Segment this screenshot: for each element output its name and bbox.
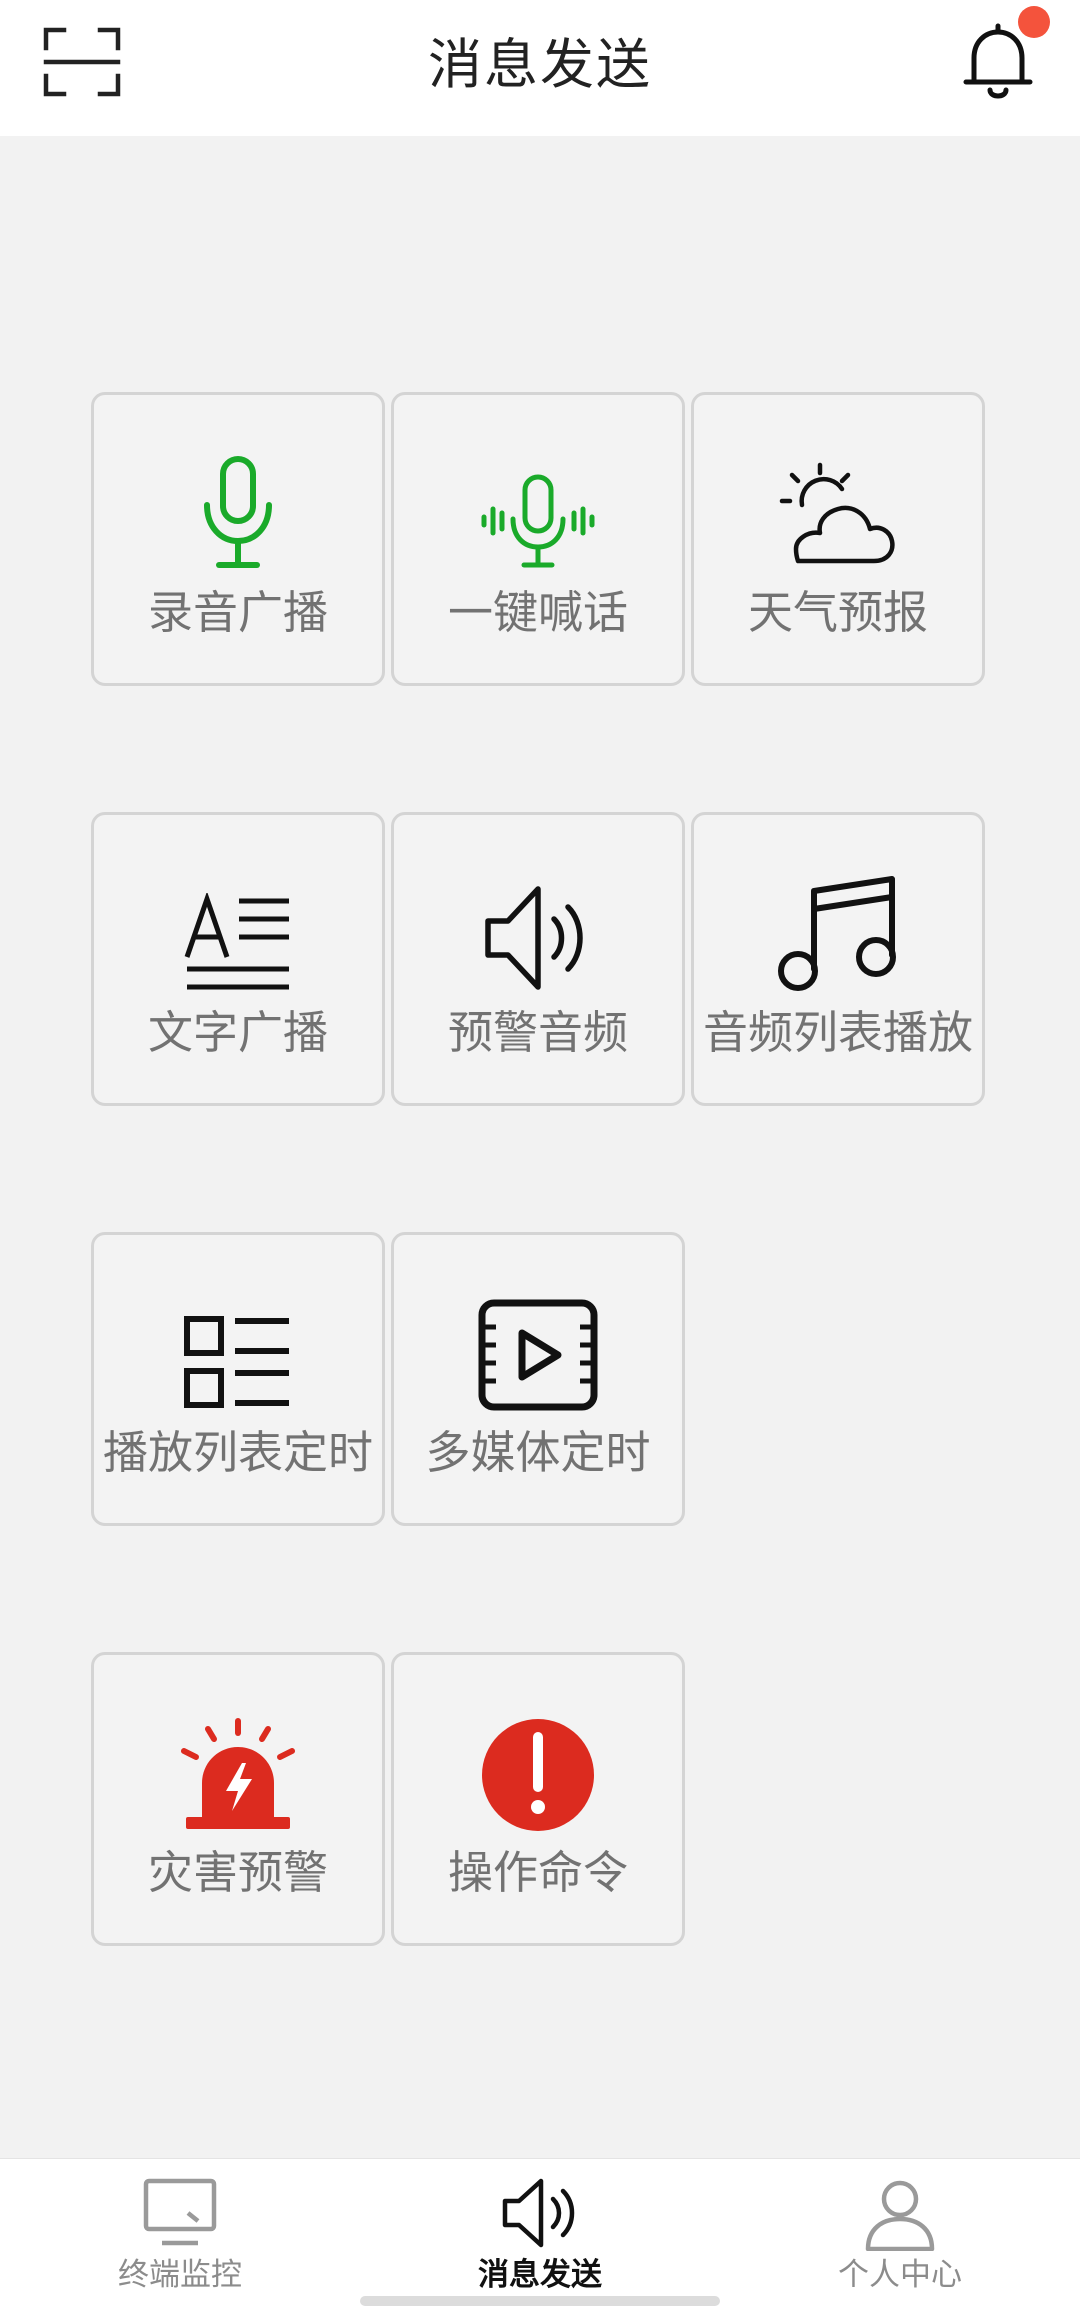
tile-label: 天气预报	[747, 586, 928, 639]
tile-record-broadcast[interactable]: 录音广播	[91, 392, 385, 686]
tab-label: 消息发送	[478, 2257, 602, 2293]
speaker-icon	[485, 886, 583, 990]
tab-label: 终端监控	[118, 2257, 242, 2293]
person-icon	[865, 2180, 935, 2251]
notification-badge	[1018, 6, 1050, 38]
tile-one-key-shout[interactable]: 一键喊话	[391, 392, 685, 686]
weather-icon	[779, 462, 895, 564]
tile-playlist-timer[interactable]: 播放列表定时	[91, 1232, 385, 1526]
tile-label: 多媒体定时	[425, 1426, 651, 1479]
tile-warning-audio[interactable]: 预警音频	[391, 812, 685, 1106]
page-title: 消息发送	[428, 33, 652, 96]
video-icon	[478, 1299, 598, 1411]
tile-label: 录音广播	[147, 586, 328, 639]
tile-operation-command[interactable]: 操作命令	[391, 1652, 685, 1946]
tile-label: 一键喊话	[447, 586, 628, 639]
tile-audio-list-play[interactable]: 音频列表播放	[691, 812, 985, 1106]
speaker-icon	[502, 2178, 575, 2248]
monitor-icon	[143, 2178, 217, 2246]
tile-disaster-warning[interactable]: 灾害预警	[91, 1652, 385, 1946]
tile-label: 预警音频	[447, 1006, 628, 1059]
tab-terminal-monitor[interactable]: 终端监控	[0, 2159, 360, 2308]
tile-label: 文字广播	[147, 1006, 328, 1059]
tab-personal-center[interactable]: 个人中心	[720, 2159, 1080, 2308]
top-bar: 消息发送	[0, 0, 1080, 136]
tile-multimedia-timer[interactable]: 多媒体定时	[391, 1232, 685, 1526]
home-indicator	[360, 2296, 720, 2306]
tile-weather-forecast[interactable]: 天气预报	[691, 392, 985, 686]
voice-wave-icon	[481, 474, 595, 568]
exclamation-icon	[482, 1719, 594, 1831]
alarm-siren-icon	[181, 1718, 295, 1829]
bottom-tab-bar: 终端监控 消息发送 个人中心	[0, 2158, 1080, 2308]
tile-label: 播放列表定时	[102, 1426, 373, 1479]
tile-text-broadcast[interactable]: 文字广播	[91, 812, 385, 1106]
microphone-icon	[204, 456, 272, 568]
tile-label: 灾害预警	[147, 1846, 328, 1899]
text-icon	[184, 893, 289, 990]
music-note-icon	[778, 876, 896, 991]
tab-message-send[interactable]: 消息发送	[360, 2159, 720, 2308]
tile-label: 操作命令	[447, 1846, 628, 1899]
tab-label: 个人中心	[838, 2257, 962, 2293]
tile-label: 音频列表播放	[702, 1006, 973, 1059]
list-icon	[184, 1316, 289, 1408]
